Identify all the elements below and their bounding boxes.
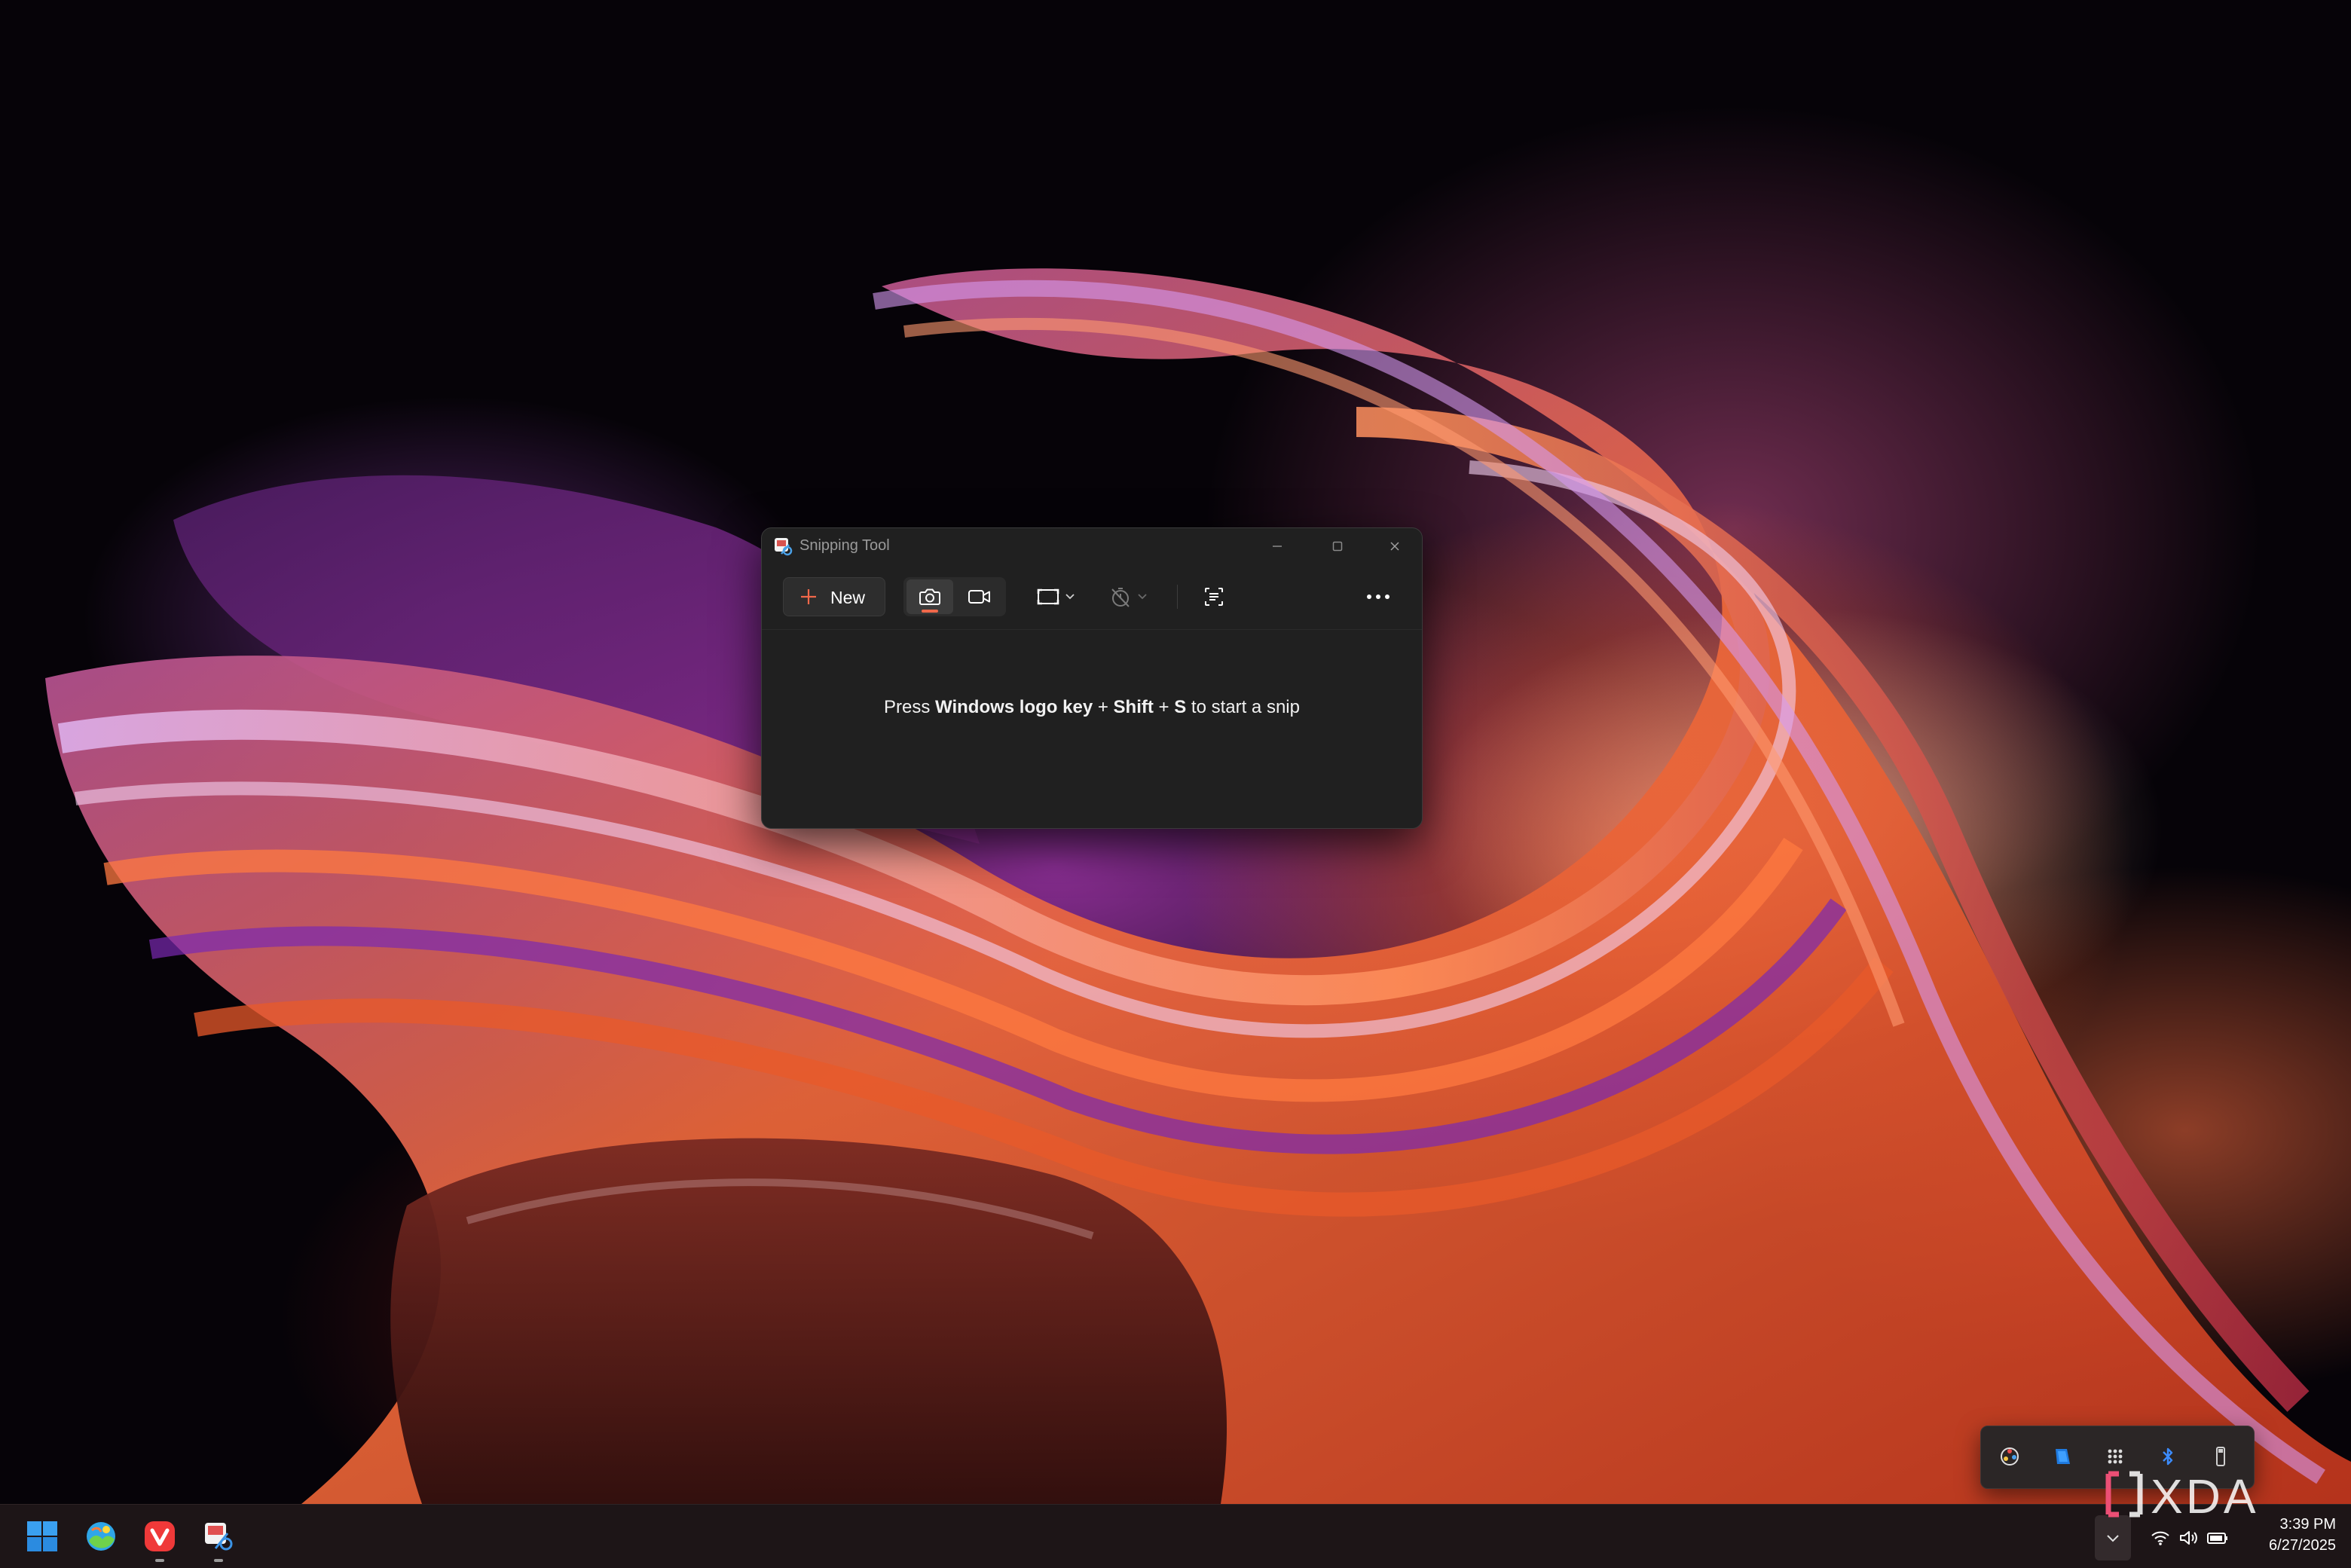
onedrive-icon — [2050, 1444, 2074, 1469]
hint-prefix: Press — [884, 697, 935, 717]
content-divider — [762, 629, 1422, 630]
close-button[interactable] — [1368, 528, 1422, 564]
more-options-button[interactable] — [1354, 577, 1402, 616]
bluetooth-icon — [2156, 1444, 2180, 1469]
taskbar-vivaldi[interactable] — [139, 1515, 181, 1557]
taskbar-photos[interactable] — [80, 1515, 122, 1557]
chevron-down-icon — [1066, 594, 1074, 598]
minimize-button[interactable] — [1247, 528, 1307, 564]
record-mode-button[interactable] — [956, 579, 1003, 614]
battery-icon — [2206, 1530, 2229, 1546]
text-actions-icon — [1203, 585, 1225, 608]
start-icon — [26, 1521, 58, 1552]
tray-color-picker[interactable] — [1995, 1441, 2025, 1472]
close-icon — [1389, 540, 1401, 552]
hint-key-s: S — [1174, 697, 1186, 717]
taskbar-clock[interactable]: 3:39 PM 6/27/2025 — [2246, 1514, 2336, 1556]
photos-icon — [84, 1520, 118, 1553]
system-tray[interactable] — [2145, 1520, 2235, 1556]
new-snip-label: New — [830, 588, 865, 608]
usb-drive-icon — [2209, 1444, 2233, 1469]
apps-grid-icon — [2103, 1444, 2127, 1469]
active-mode-indicator — [922, 610, 938, 613]
wifi-icon — [2151, 1530, 2170, 1546]
snipping-tool-icon — [202, 1520, 235, 1553]
text-actions-button[interactable] — [1190, 577, 1238, 616]
snip-shape-dropdown[interactable] — [1027, 577, 1087, 616]
chevron-down-icon — [1139, 594, 1146, 598]
maximize-button[interactable] — [1307, 528, 1368, 564]
hint-plus: + — [1093, 697, 1113, 717]
plus-icon — [799, 587, 818, 607]
maximize-icon — [1331, 540, 1344, 552]
vivaldi-icon — [143, 1520, 176, 1553]
snip-mode-toggle — [903, 577, 1006, 616]
toolbar-divider — [1177, 585, 1178, 609]
timer-off-icon — [1108, 585, 1151, 608]
title-bar[interactable]: Snipping Tool — [762, 528, 1422, 564]
hint-plus: + — [1154, 697, 1174, 717]
delay-timer-dropdown[interactable] — [1099, 577, 1160, 616]
volume-icon — [2178, 1530, 2198, 1546]
hint-key-shift: Shift — [1114, 697, 1154, 717]
tray-usb-drive[interactable] — [2206, 1441, 2236, 1472]
snipping-tool-app-icon — [772, 536, 793, 557]
xda-logo: XDA — [2102, 1469, 2328, 1519]
rectangle-snip-icon — [1036, 586, 1078, 607]
hint-suffix: to start a snip — [1186, 697, 1300, 717]
xda-logo-text: XDA — [2151, 1469, 2259, 1519]
xda-watermark: XDA — [2102, 1469, 2328, 1515]
taskbar-snipping-tool[interactable] — [197, 1515, 240, 1557]
start-button[interactable] — [21, 1515, 63, 1557]
screenshot-mode-button[interactable] — [906, 579, 953, 614]
camera-icon — [919, 586, 941, 607]
hint-key-windows: Windows logo key — [935, 697, 1093, 717]
window-title: Snipping Tool — [799, 537, 890, 555]
tray-bluetooth[interactable] — [2153, 1441, 2183, 1472]
running-indicator — [214, 1559, 223, 1562]
taskbar: 3:39 PM 6/27/2025 — [0, 1504, 2351, 1568]
tray-apps-grid[interactable] — [2100, 1441, 2130, 1472]
new-snip-button[interactable]: New — [783, 577, 885, 616]
video-camera-icon — [968, 587, 992, 607]
more-options-icon — [1366, 593, 1390, 601]
snip-toolbar: New — [762, 575, 1422, 620]
tray-onedrive[interactable] — [2047, 1441, 2077, 1472]
color-picker-icon — [1998, 1444, 2022, 1469]
show-hidden-icons-button[interactable] — [2095, 1515, 2131, 1560]
snip-hint-text: Press Windows logo key + Shift + S to st… — [762, 697, 1422, 718]
clock-date: 6/27/2025 — [2246, 1535, 2336, 1556]
running-indicator — [155, 1559, 164, 1562]
chevron-down-icon — [2105, 1530, 2120, 1545]
snipping-tool-window: Snipping Tool New — [761, 527, 1423, 829]
minimize-icon — [1271, 540, 1283, 552]
